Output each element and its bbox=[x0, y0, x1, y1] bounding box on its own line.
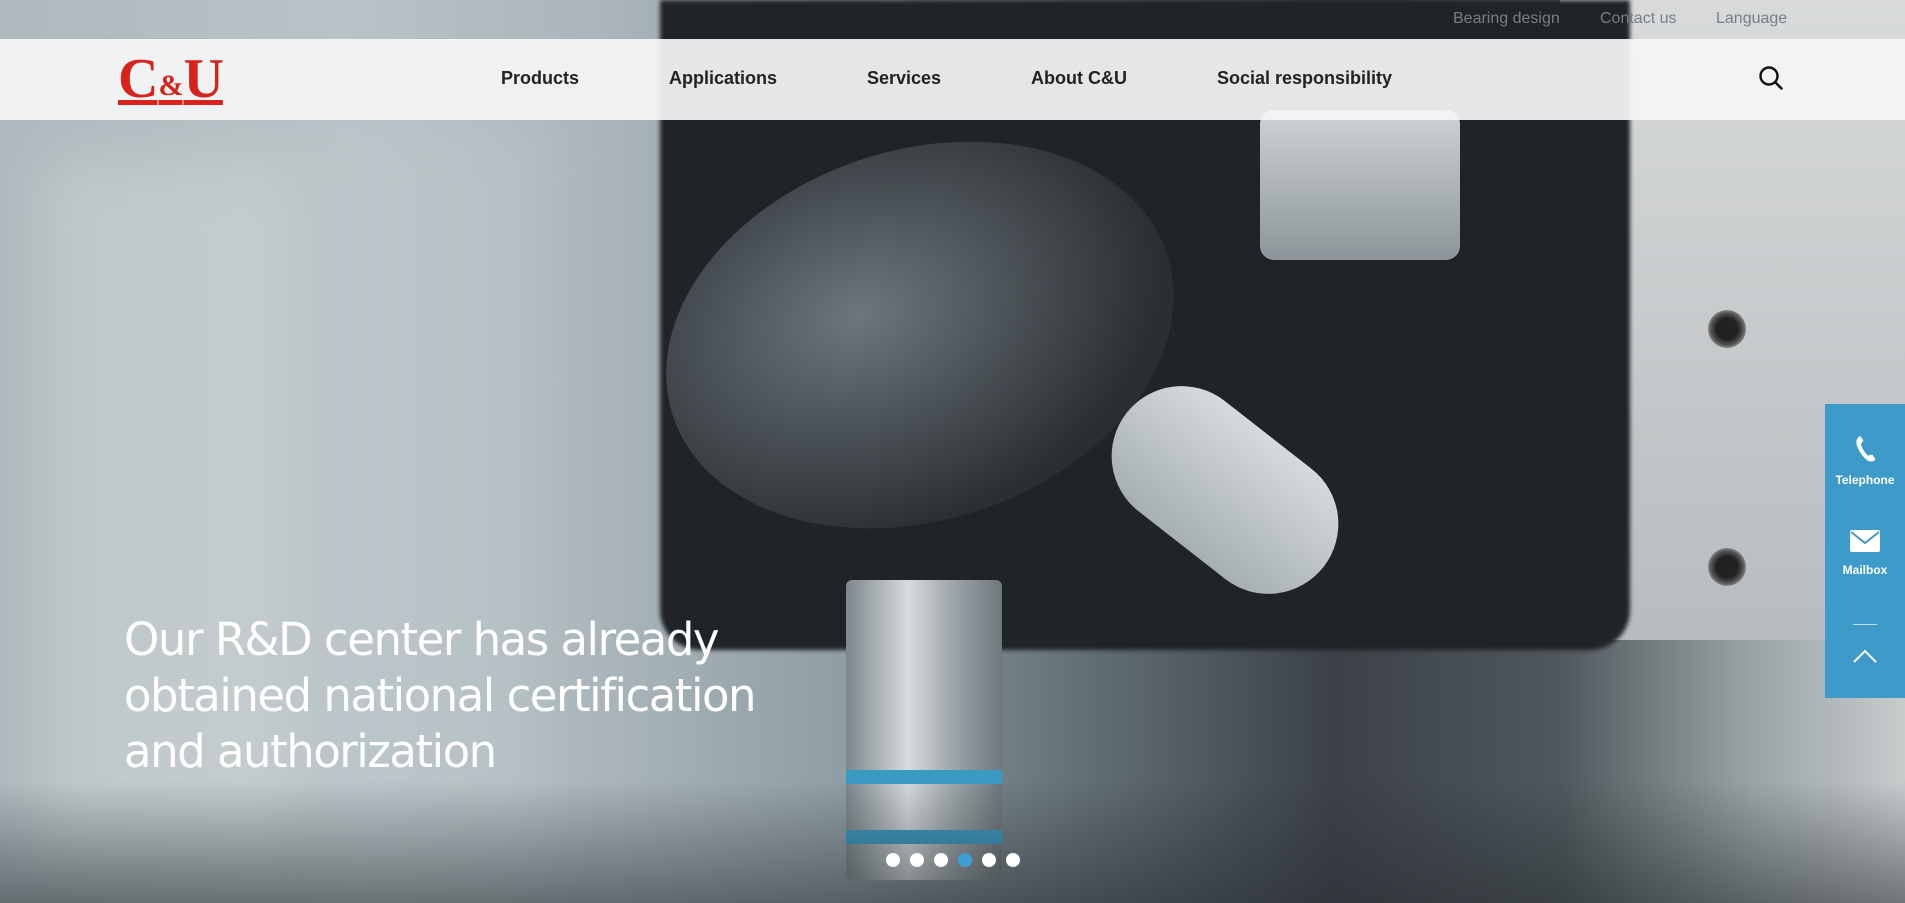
carousel-dot[interactable] bbox=[886, 853, 900, 867]
microscope-objective bbox=[1260, 110, 1460, 260]
logo-ampersand: & bbox=[158, 69, 183, 102]
carousel-dot[interactable] bbox=[982, 853, 996, 867]
nav-item-products[interactable]: Products bbox=[501, 68, 579, 89]
contact-sidepanel: Telephone Mailbox bbox=[1825, 404, 1905, 698]
floor-shadow bbox=[0, 780, 1905, 903]
nav-item-social-responsibility[interactable]: Social responsibility bbox=[1217, 68, 1392, 89]
logo-letter-u: U bbox=[183, 48, 223, 110]
mail-icon bbox=[1850, 530, 1880, 552]
telephone-label: Telephone bbox=[1835, 473, 1895, 487]
carousel-dot[interactable] bbox=[1006, 853, 1020, 867]
mailbox-label: Mailbox bbox=[1842, 563, 1888, 577]
utility-bar: Bearing design Contact us Language bbox=[0, 0, 1905, 38]
chevron-up-icon[interactable] bbox=[1852, 646, 1878, 666]
carousel-dot-active[interactable] bbox=[958, 853, 972, 867]
carousel-dot[interactable] bbox=[934, 853, 948, 867]
contact-us-link[interactable]: Contact us bbox=[1600, 10, 1676, 28]
mailbox-button[interactable]: Mailbox bbox=[1825, 528, 1905, 577]
search-icon[interactable] bbox=[1758, 65, 1784, 91]
brand-logo[interactable]: C&U bbox=[118, 48, 224, 116]
bearing-design-link[interactable]: Bearing design bbox=[1453, 10, 1560, 28]
machine-screw bbox=[1708, 548, 1746, 586]
telephone-button[interactable]: Telephone bbox=[1825, 434, 1905, 487]
phone-icon bbox=[1856, 435, 1876, 462]
caption-line: and authorization bbox=[124, 725, 497, 778]
sidepanel-divider bbox=[1853, 624, 1877, 625]
main-header: C&U Products Applications Services About… bbox=[0, 39, 1905, 120]
caption-line: obtained national certification bbox=[124, 669, 757, 722]
hero-caption: Our R&D center has already obtained nati… bbox=[124, 612, 844, 780]
nav-item-about[interactable]: About C&U bbox=[1031, 68, 1127, 89]
nav-item-applications[interactable]: Applications bbox=[669, 68, 777, 89]
language-link[interactable]: Language bbox=[1716, 10, 1787, 28]
logo-letter-c: C bbox=[118, 48, 158, 110]
nav-item-services[interactable]: Services bbox=[867, 68, 941, 89]
machine-screw bbox=[1708, 310, 1746, 348]
carousel-dot[interactable] bbox=[910, 853, 924, 867]
caption-line: Our R&D center has already bbox=[124, 613, 720, 666]
